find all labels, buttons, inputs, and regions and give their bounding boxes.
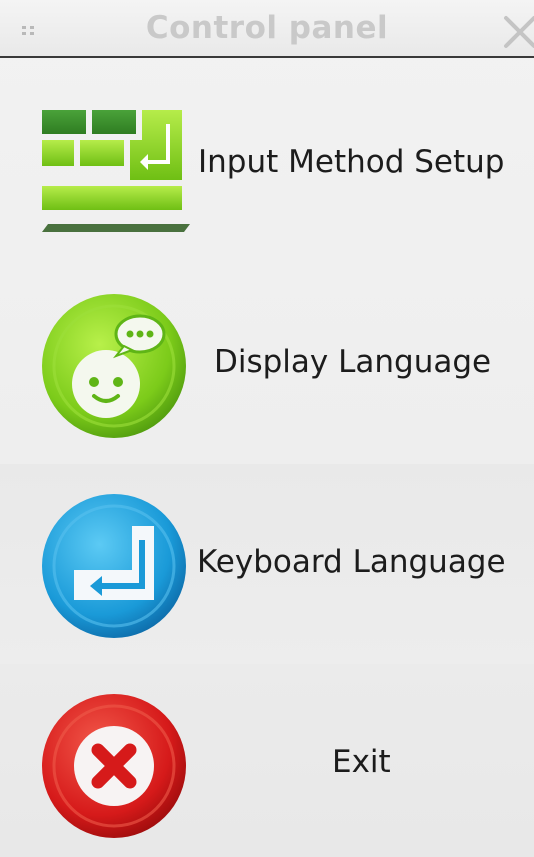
title-bar[interactable]: Control panel (0, 0, 534, 58)
menu-item-label: Exit (332, 744, 391, 780)
menu-item-input-method-setup[interactable]: Input Method Setup (0, 64, 534, 264)
keyboard-grid-icon (36, 90, 192, 242)
menu-item-label: Keyboard Language (197, 544, 506, 580)
close-icon[interactable] (500, 12, 534, 52)
window-title: Control panel (145, 10, 389, 46)
control-panel-window: Control panel Input Method Setup Display… (0, 0, 534, 857)
enter-key-icon (36, 490, 192, 642)
menu-item-label: Input Method Setup (198, 144, 505, 180)
exit-x-icon (36, 690, 192, 842)
menu-item-exit[interactable]: Exit (0, 664, 534, 857)
menu-item-keyboard-language[interactable]: Keyboard Language (0, 464, 534, 664)
menu-item-label: Display Language (214, 344, 492, 380)
smiley-chat-icon (36, 290, 192, 442)
menu-item-display-language[interactable]: Display Language (0, 264, 534, 464)
